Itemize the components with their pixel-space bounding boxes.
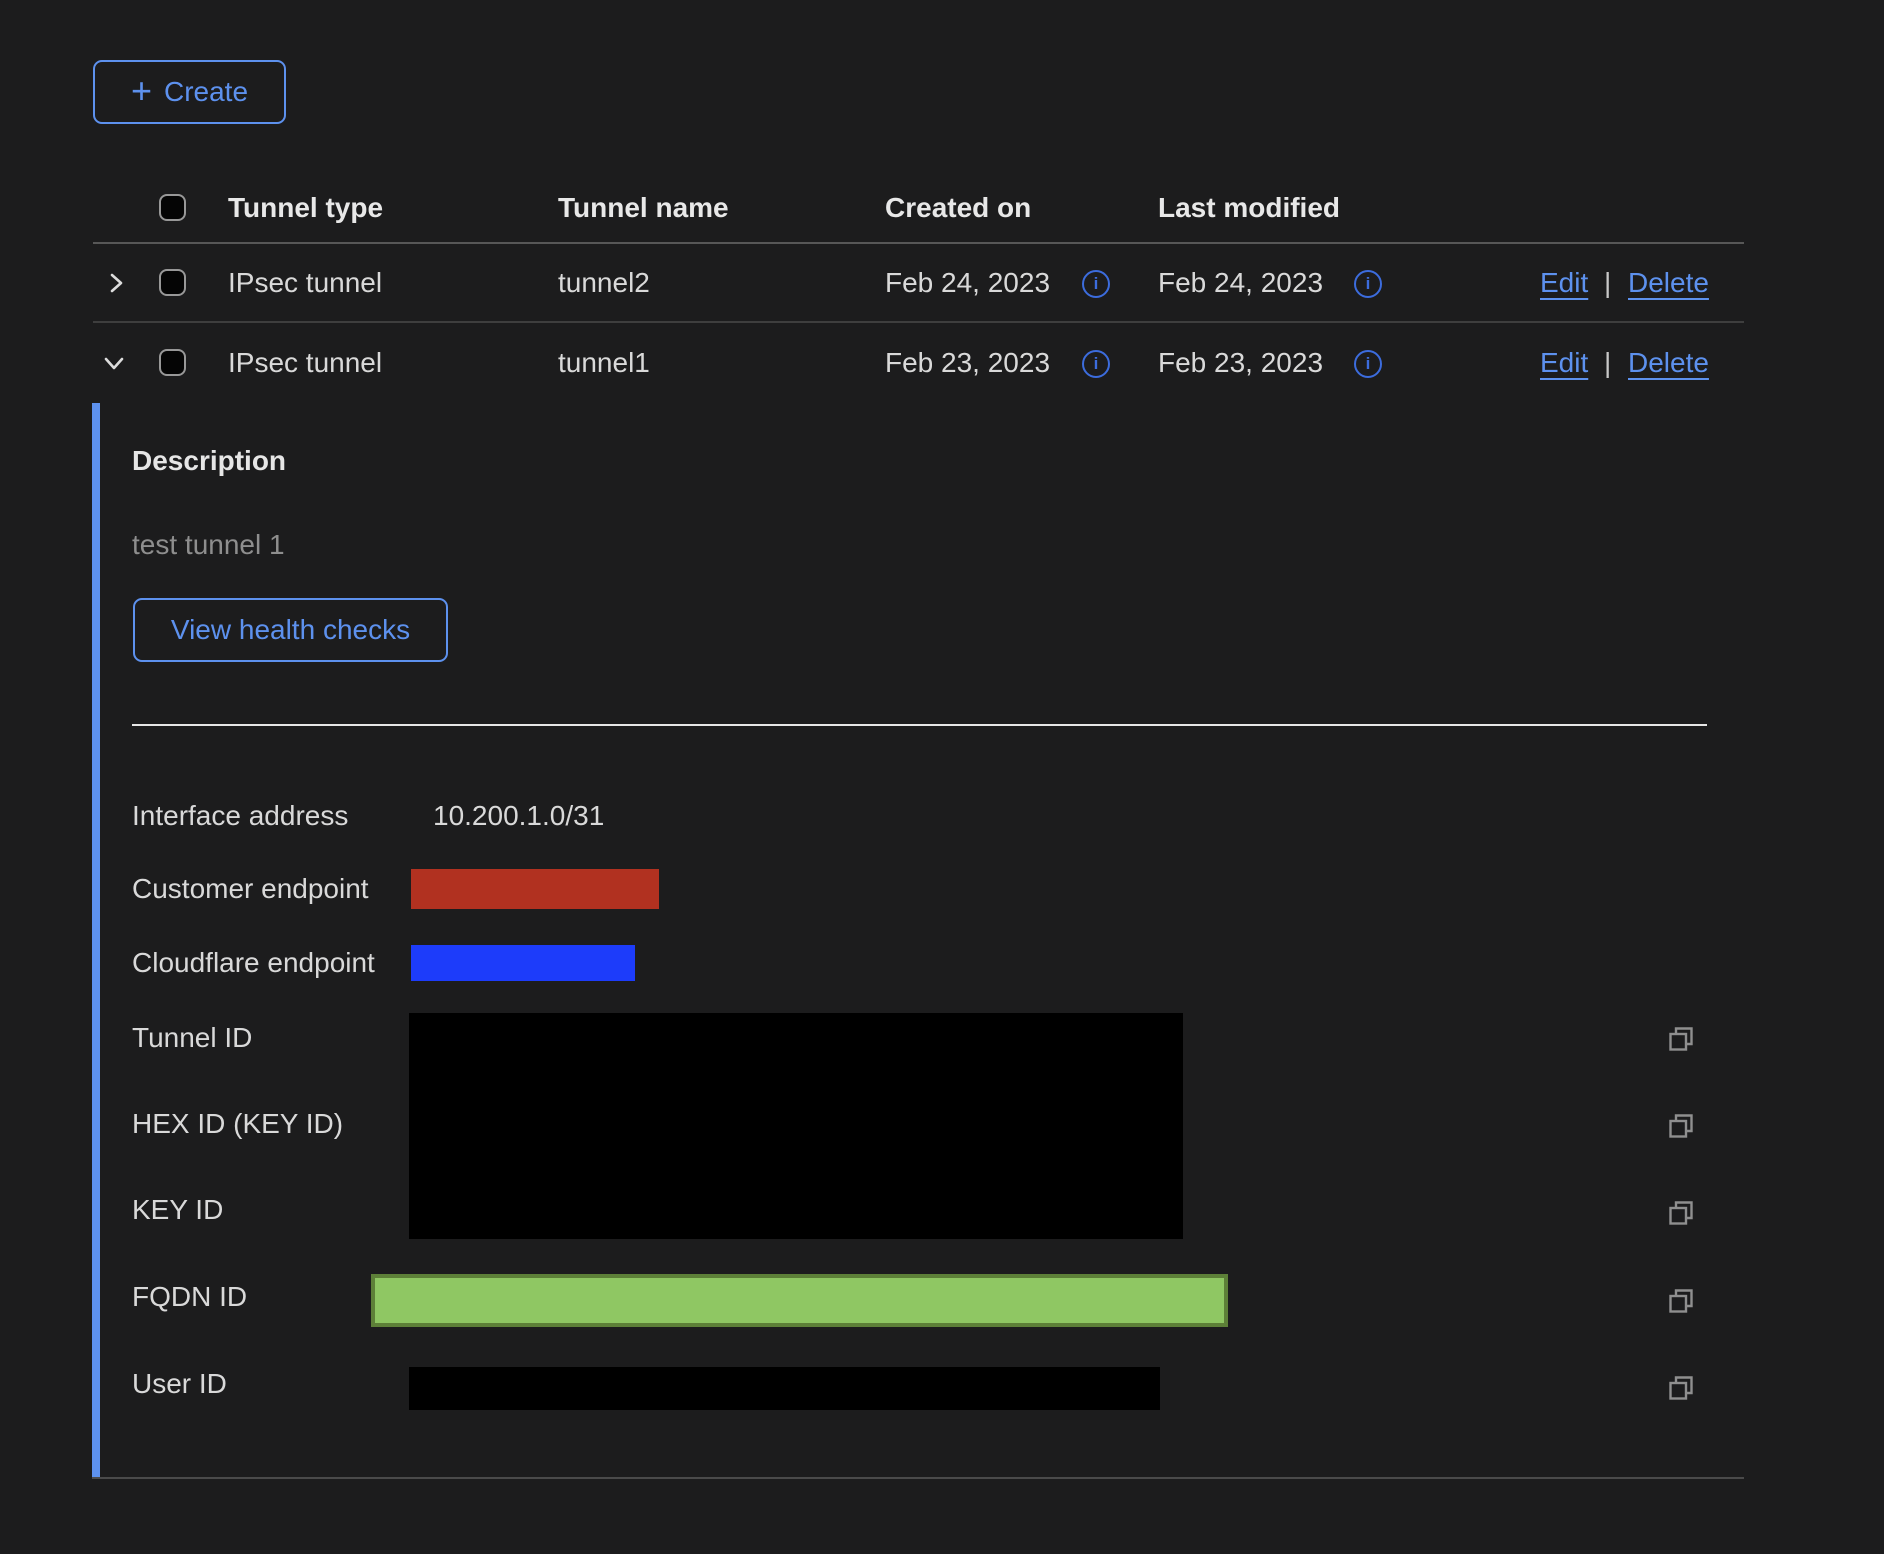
ids-redaction bbox=[409, 1013, 1183, 1239]
select-all-checkbox[interactable] bbox=[159, 194, 186, 221]
tunnel-type-cell: IPsec tunnel bbox=[228, 267, 382, 299]
header-divider bbox=[93, 242, 1744, 244]
tunnel-id-label: Tunnel ID bbox=[132, 1022, 252, 1054]
info-icon[interactable] bbox=[1082, 270, 1110, 298]
plus-icon: + bbox=[131, 73, 152, 109]
tunnel-type-cell: IPsec tunnel bbox=[228, 347, 382, 379]
action-separator: | bbox=[1604, 267, 1611, 299]
view-health-checks-button[interactable]: View health checks bbox=[133, 598, 448, 662]
description-label: Description bbox=[132, 445, 286, 477]
interface-address-value: 10.200.1.0/31 bbox=[433, 800, 604, 832]
info-icon[interactable] bbox=[1354, 270, 1382, 298]
last-modified-cell: Feb 24, 2023 bbox=[1158, 267, 1323, 299]
chevron-right-icon[interactable] bbox=[101, 268, 131, 298]
customer-endpoint-redaction bbox=[411, 869, 659, 909]
created-on-cell: Feb 23, 2023 bbox=[885, 347, 1050, 379]
created-on-cell: Feb 24, 2023 bbox=[885, 267, 1050, 299]
info-icon[interactable] bbox=[1082, 350, 1110, 378]
user-id-label: User ID bbox=[132, 1368, 227, 1400]
row-checkbox[interactable] bbox=[159, 349, 186, 376]
info-icon[interactable] bbox=[1354, 350, 1382, 378]
key-id-label: KEY ID bbox=[132, 1194, 223, 1226]
row-checkbox[interactable] bbox=[159, 269, 186, 296]
copy-icon[interactable] bbox=[1666, 1198, 1696, 1228]
col-header-created-on: Created on bbox=[885, 192, 1031, 224]
interface-address-label: Interface address bbox=[132, 800, 348, 832]
copy-icon[interactable] bbox=[1666, 1111, 1696, 1141]
user-id-redaction bbox=[409, 1367, 1160, 1410]
fqdn-id-label: FQDN ID bbox=[132, 1281, 247, 1313]
tunnel-name-cell: tunnel2 bbox=[558, 267, 650, 299]
create-button[interactable]: + Create bbox=[93, 60, 286, 124]
cloudflare-endpoint-label: Cloudflare endpoint bbox=[132, 947, 375, 979]
description-value: test tunnel 1 bbox=[132, 529, 285, 561]
hex-id-label: HEX ID (KEY ID) bbox=[132, 1108, 343, 1140]
ipsec-tunnels-screen: + Create Tunnel type Tunnel name Created… bbox=[0, 0, 1884, 1554]
col-header-last-modified: Last modified bbox=[1158, 192, 1340, 224]
customer-endpoint-label: Customer endpoint bbox=[132, 873, 369, 905]
action-separator: | bbox=[1604, 347, 1611, 379]
col-header-tunnel-type: Tunnel type bbox=[228, 192, 383, 224]
col-header-tunnel-name: Tunnel name bbox=[558, 192, 729, 224]
edit-link[interactable]: Edit bbox=[1540, 267, 1588, 299]
tunnel-name-cell: tunnel1 bbox=[558, 347, 650, 379]
expanded-row-accent-bar bbox=[92, 403, 100, 1478]
delete-link[interactable]: Delete bbox=[1628, 347, 1709, 379]
row-divider bbox=[93, 321, 1744, 323]
delete-link[interactable]: Delete bbox=[1628, 267, 1709, 299]
panel-bottom-divider bbox=[92, 1477, 1744, 1479]
section-divider bbox=[132, 724, 1707, 726]
cloudflare-endpoint-redaction bbox=[411, 945, 635, 981]
fqdn-id-redaction bbox=[371, 1274, 1228, 1327]
last-modified-cell: Feb 23, 2023 bbox=[1158, 347, 1323, 379]
copy-icon[interactable] bbox=[1666, 1373, 1696, 1403]
create-button-label: Create bbox=[164, 76, 248, 108]
chevron-down-icon[interactable] bbox=[99, 348, 129, 378]
edit-link[interactable]: Edit bbox=[1540, 347, 1588, 379]
copy-icon[interactable] bbox=[1666, 1286, 1696, 1316]
copy-icon[interactable] bbox=[1666, 1024, 1696, 1054]
